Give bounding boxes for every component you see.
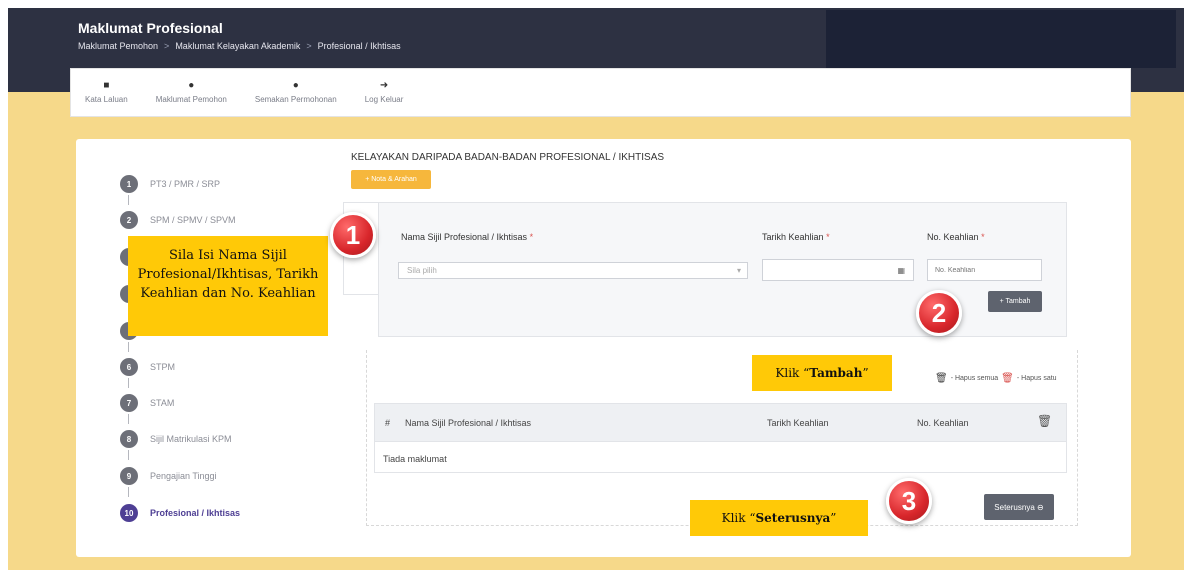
step-connector bbox=[128, 342, 129, 352]
seterusnya-button[interactable]: Seterusnya ⊖ bbox=[984, 494, 1054, 520]
breadcrumb-item-akademik[interactable]: Maklumat Kelayakan Akademik bbox=[175, 41, 300, 51]
redacted-area bbox=[826, 10, 1176, 68]
step-label: SPM / SPMV / SPVM bbox=[150, 215, 236, 225]
instruction-callout-1: Sila Isi Nama Sijil Profesional/Ikhtisas… bbox=[128, 236, 328, 336]
section-title: KELAYAKAN DARIPADA BADAN-BADAN PROFESION… bbox=[351, 152, 665, 163]
step-8[interactable]: 8 Sijil Matrikulasi KPM bbox=[120, 430, 232, 448]
logout-icon: ➜ bbox=[379, 80, 389, 91]
nav-label: Semakan Permohonan bbox=[254, 95, 337, 104]
instruction-callout-3: Klik “Seterusnya” bbox=[690, 500, 868, 536]
table-empty-row: Tiada maklumat bbox=[375, 441, 1066, 474]
nav-label: Kata Laluan bbox=[85, 95, 128, 104]
user-gear-icon: ● bbox=[188, 80, 195, 91]
nav-log-keluar[interactable]: ➜ Log Keluar bbox=[351, 69, 418, 116]
breadcrumb-item-pemohon[interactable]: Maklumat Pemohon bbox=[78, 41, 158, 51]
calendar-icon[interactable]: ▦ bbox=[897, 266, 905, 275]
column-header: # bbox=[385, 418, 391, 428]
step-connector bbox=[128, 450, 129, 460]
step-badge-3: 3 bbox=[886, 478, 932, 524]
nama-sijil-select[interactable]: Sila pilih ▾ bbox=[398, 262, 748, 279]
step-badge-1: 1 bbox=[330, 212, 376, 258]
nota-arahan-button[interactable]: + Nota & Arahan bbox=[351, 170, 431, 189]
step-label: STAM bbox=[150, 398, 175, 408]
nav-kata-laluan[interactable]: ■ Kata Laluan bbox=[71, 69, 142, 116]
nav-semakan-permohonan[interactable]: ● Semakan Permohonan bbox=[241, 69, 351, 116]
step-label: Pengajian Tinggi bbox=[150, 471, 217, 481]
step-number: 6 bbox=[120, 358, 138, 376]
column-header: Nama Sijil Profesional / Ikhtisas bbox=[405, 418, 532, 428]
step-number: 2 bbox=[120, 211, 138, 229]
chevron-down-icon: ▾ bbox=[736, 266, 741, 275]
step-label: Profesional / Ikhtisas bbox=[150, 508, 241, 518]
step-number: 10 bbox=[120, 504, 138, 522]
tarikh-keahlian-field[interactable]: ▦ bbox=[762, 259, 914, 281]
hapus-satu-label: - Hapus satu bbox=[1016, 375, 1057, 382]
step-connector bbox=[128, 195, 129, 205]
trash-icon: 🗑 bbox=[935, 373, 948, 384]
breadcrumb: Maklumat Pemohon > Maklumat Kelayakan Ak… bbox=[78, 41, 401, 51]
step-badge-2: 2 bbox=[916, 290, 962, 336]
nav-maklumat-pemohon[interactable]: ● Maklumat Pemohon bbox=[142, 69, 241, 116]
nav-label: Log Keluar bbox=[364, 95, 404, 104]
step-number: 7 bbox=[120, 394, 138, 412]
tambah-button[interactable]: + Tambah bbox=[988, 291, 1042, 312]
step-9[interactable]: 9 Pengajian Tinggi bbox=[120, 467, 217, 485]
tarikh-keahlian-label: Tarikh Keahlian * bbox=[762, 232, 830, 242]
table-header: # Nama Sijil Profesional / Ikhtisas Tari… bbox=[375, 404, 1066, 441]
step-number: 9 bbox=[120, 467, 138, 485]
instruction-callout-2: Klik “Tambah” bbox=[752, 355, 892, 391]
step-connector bbox=[128, 487, 129, 497]
lock-icon: ■ bbox=[103, 80, 110, 91]
step-label: PT3 / PMR / SRP bbox=[150, 179, 221, 189]
breadcrumb-item-current: Profesional / Ikhtisas bbox=[317, 41, 401, 51]
page-title: Maklumat Profesional bbox=[78, 20, 223, 36]
trash-icon: 🗑 bbox=[1001, 373, 1014, 384]
breadcrumb-separator: > bbox=[164, 41, 170, 51]
step-number: 8 bbox=[120, 430, 138, 448]
top-navigation: ■ Kata Laluan ● Maklumat Pemohon ● Semak… bbox=[70, 68, 1131, 117]
step-7[interactable]: 7 STAM bbox=[120, 394, 174, 412]
certificate-table: # Nama Sijil Profesional / Ikhtisas Tari… bbox=[374, 403, 1067, 473]
step-1[interactable]: 1 PT3 / PMR / SRP bbox=[120, 175, 220, 193]
hapus-legend: 🗑 - Hapus semua 🗑 - Hapus satu bbox=[935, 373, 1057, 384]
step-label: Sijil Matrikulasi KPM bbox=[150, 434, 232, 444]
hapus-semua-label: - Hapus semua bbox=[950, 375, 999, 382]
select-placeholder: Sila pilih bbox=[407, 266, 437, 275]
step-10[interactable]: 10 Profesional / Ikhtisas bbox=[120, 504, 240, 522]
column-header: No. Keahlian bbox=[917, 418, 969, 428]
no-keahlian-field[interactable] bbox=[927, 259, 1042, 281]
step-connector bbox=[128, 414, 129, 424]
column-header: Tarikh Keahlian bbox=[767, 418, 829, 428]
step-6[interactable]: 6 STPM bbox=[120, 358, 175, 376]
step-number: 1 bbox=[120, 175, 138, 193]
breadcrumb-separator: > bbox=[306, 41, 312, 51]
step-label: STPM bbox=[150, 362, 176, 372]
step-connector bbox=[128, 378, 129, 388]
nama-sijil-label: Nama Sijil Profesional / Ikhtisas * bbox=[401, 232, 534, 242]
trash-icon[interactable]: 🗑 bbox=[1037, 414, 1052, 428]
step-2[interactable]: 2 SPM / SPMV / SPVM bbox=[120, 211, 236, 229]
nav-label: Maklumat Pemohon bbox=[155, 95, 227, 104]
user-check-icon: ● bbox=[292, 80, 299, 91]
no-keahlian-label: No. Keahlian * bbox=[927, 232, 985, 242]
